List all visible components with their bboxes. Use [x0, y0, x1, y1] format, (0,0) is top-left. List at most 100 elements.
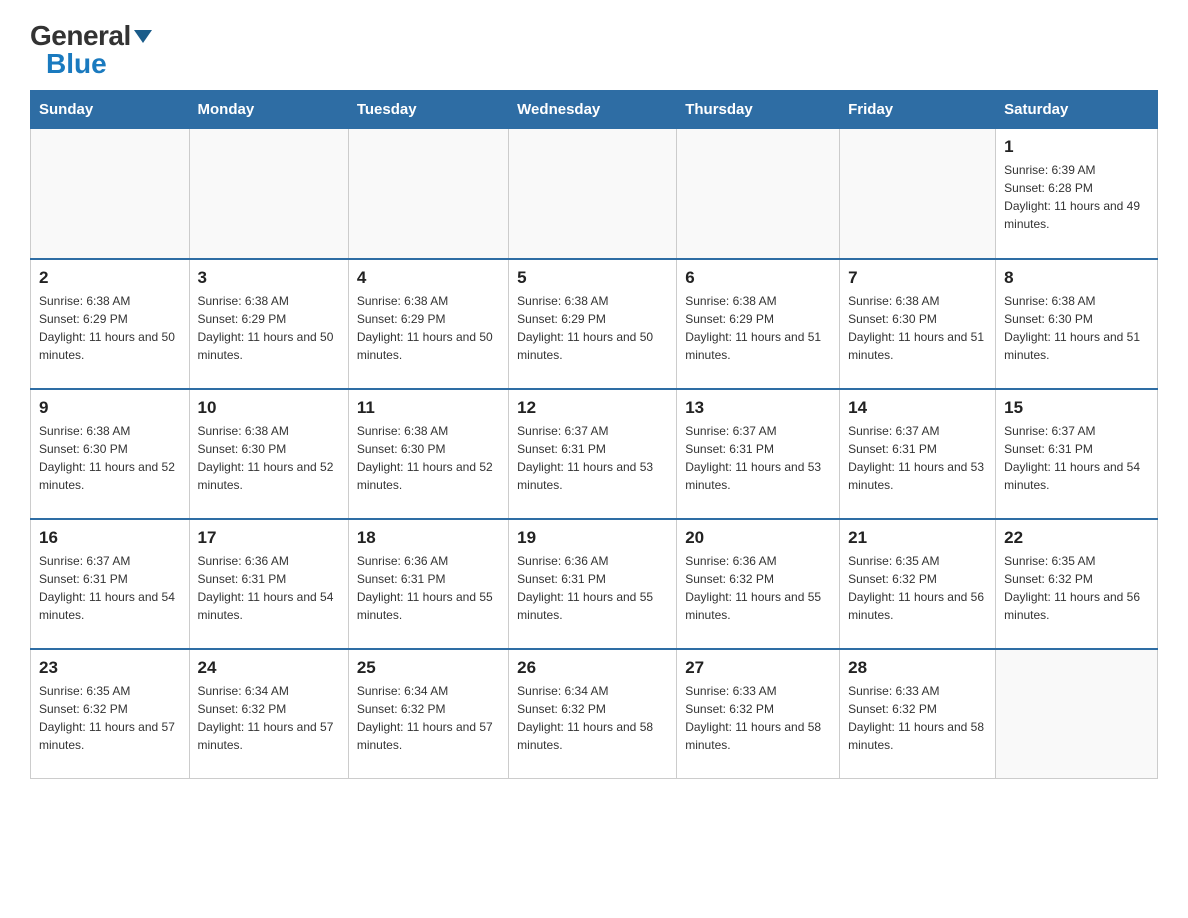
calendar-cell: 23 Sunrise: 6:35 AMSunset: 6:32 PMDayligh… [31, 649, 190, 779]
calendar-cell [509, 129, 677, 259]
day-number: 22 [1004, 528, 1149, 548]
calendar-cell: 10Sunrise: 6:38 AMSunset: 6:30 PMDayligh… [189, 389, 348, 519]
day-number: 13 [685, 398, 831, 418]
calendar-cell [31, 129, 190, 259]
day-number: 17 [198, 528, 340, 548]
calendar-cell: 3 Sunrise: 6:38 AMSunset: 6:29 PMDaylight… [189, 259, 348, 389]
calendar-cell: 9 Sunrise: 6:38 AMSunset: 6:30 PMDaylight… [31, 389, 190, 519]
calendar-cell: 19 Sunrise: 6:36 AMSunset: 6:31 PMDayligh… [509, 519, 677, 649]
day-info: Sunrise: 6:38 AMSunset: 6:29 PMDaylight:… [685, 292, 831, 364]
calendar-cell [189, 129, 348, 259]
day-number: 25 [357, 658, 500, 678]
calendar-cell: 27 Sunrise: 6:33 AMSunset: 6:32 PMDayligh… [677, 649, 840, 779]
day-number: 18 [357, 528, 500, 548]
day-number: 2 [39, 268, 181, 288]
day-info: Sunrise: 6:36 AMSunset: 6:31 PMDaylight:… [517, 552, 668, 624]
calendar-cell: 25 Sunrise: 6:34 AMSunset: 6:32 PMDayligh… [348, 649, 508, 779]
weekday-header-friday: Friday [840, 91, 996, 129]
day-number: 8 [1004, 268, 1149, 288]
page-header: General Blue [30, 20, 1158, 80]
calendar-cell: 2 Sunrise: 6:38 AMSunset: 6:29 PMDaylight… [31, 259, 190, 389]
calendar-cell: 21 Sunrise: 6:35 AMSunset: 6:32 PMDayligh… [840, 519, 996, 649]
calendar-cell: 20 Sunrise: 6:36 AMSunset: 6:32 PMDayligh… [677, 519, 840, 649]
day-info: Sunrise: 6:39 AMSunset: 6:28 PMDaylight:… [1004, 161, 1149, 233]
calendar-cell: 15 Sunrise: 6:37 AMSunset: 6:31 PMDayligh… [996, 389, 1158, 519]
day-info: Sunrise: 6:33 AMSunset: 6:32 PMDaylight:… [848, 682, 987, 754]
calendar-cell: 14 Sunrise: 6:37 AMSunset: 6:31 PMDayligh… [840, 389, 996, 519]
calendar-cell: 5 Sunrise: 6:38 AMSunset: 6:29 PMDaylight… [509, 259, 677, 389]
day-info: Sunrise: 6:38 AMSunset: 6:29 PMDaylight:… [198, 292, 340, 364]
weekday-header-monday: Monday [189, 91, 348, 129]
day-info: Sunrise: 6:38 AMSunset: 6:30 PMDaylight:… [1004, 292, 1149, 364]
calendar-cell: 6 Sunrise: 6:38 AMSunset: 6:29 PMDaylight… [677, 259, 840, 389]
day-number: 24 [198, 658, 340, 678]
calendar-cell: 22 Sunrise: 6:35 AMSunset: 6:32 PMDayligh… [996, 519, 1158, 649]
weekday-header-tuesday: Tuesday [348, 91, 508, 129]
calendar-week-2: 2 Sunrise: 6:38 AMSunset: 6:29 PMDaylight… [31, 259, 1158, 389]
day-info: Sunrise: 6:35 AMSunset: 6:32 PMDaylight:… [848, 552, 987, 624]
calendar-cell: 1 Sunrise: 6:39 AMSunset: 6:28 PMDaylight… [996, 129, 1158, 259]
calendar-cell: 16 Sunrise: 6:37 AMSunset: 6:31 PMDayligh… [31, 519, 190, 649]
day-number: 27 [685, 658, 831, 678]
day-number: 4 [357, 268, 500, 288]
calendar-cell: 7 Sunrise: 6:38 AMSunset: 6:30 PMDaylight… [840, 259, 996, 389]
weekday-header-sunday: Sunday [31, 91, 190, 129]
calendar-cell: 28 Sunrise: 6:33 AMSunset: 6:32 PMDayligh… [840, 649, 996, 779]
calendar-cell [677, 129, 840, 259]
day-info: Sunrise: 6:34 AMSunset: 6:32 PMDaylight:… [198, 682, 340, 754]
calendar-cell [840, 129, 996, 259]
calendar-cell: 18Sunrise: 6:36 AMSunset: 6:31 PMDayligh… [348, 519, 508, 649]
day-number: 9 [39, 398, 181, 418]
calendar-cell: 17 Sunrise: 6:36 AMSunset: 6:31 PMDayligh… [189, 519, 348, 649]
day-info: Sunrise: 6:38 AMSunset: 6:29 PMDaylight:… [517, 292, 668, 364]
logo-blue-text: Blue [46, 48, 107, 79]
day-info: Sunrise: 6:37 AMSunset: 6:31 PMDaylight:… [685, 422, 831, 494]
weekday-header-row: SundayMondayTuesdayWednesdayThursdayFrid… [31, 91, 1158, 129]
day-number: 19 [517, 528, 668, 548]
calendar-cell: 11 Sunrise: 6:38 AMSunset: 6:30 PMDayligh… [348, 389, 508, 519]
day-info: Sunrise: 6:38 AMSunset: 6:30 PMDaylight:… [357, 422, 500, 494]
day-number: 23 [39, 658, 181, 678]
day-info: Sunrise: 6:38 AMSunset: 6:29 PMDaylight:… [357, 292, 500, 364]
day-number: 1 [1004, 137, 1149, 157]
day-info: Sunrise: 6:37 AMSunset: 6:31 PMDaylight:… [1004, 422, 1149, 494]
day-info: Sunrise: 6:38 AMSunset: 6:30 PMDaylight:… [39, 422, 181, 494]
calendar-cell: 24 Sunrise: 6:34 AMSunset: 6:32 PMDayligh… [189, 649, 348, 779]
day-info: Sunrise: 6:37 AMSunset: 6:31 PMDaylight:… [517, 422, 668, 494]
day-number: 16 [39, 528, 181, 548]
day-info: Sunrise: 6:34 AMSunset: 6:32 PMDaylight:… [357, 682, 500, 754]
day-info: Sunrise: 6:37 AMSunset: 6:31 PMDaylight:… [39, 552, 181, 624]
calendar-cell: 4 Sunrise: 6:38 AMSunset: 6:29 PMDaylight… [348, 259, 508, 389]
calendar-cell: 26Sunrise: 6:34 AMSunset: 6:32 PMDayligh… [509, 649, 677, 779]
day-number: 3 [198, 268, 340, 288]
weekday-header-wednesday: Wednesday [509, 91, 677, 129]
day-number: 6 [685, 268, 831, 288]
day-number: 21 [848, 528, 987, 548]
calendar-week-5: 23 Sunrise: 6:35 AMSunset: 6:32 PMDayligh… [31, 649, 1158, 779]
calendar-cell [348, 129, 508, 259]
calendar-cell: 12 Sunrise: 6:37 AMSunset: 6:31 PMDayligh… [509, 389, 677, 519]
day-number: 28 [848, 658, 987, 678]
day-number: 20 [685, 528, 831, 548]
day-number: 7 [848, 268, 987, 288]
day-info: Sunrise: 6:35 AMSunset: 6:32 PMDaylight:… [1004, 552, 1149, 624]
calendar-week-4: 16 Sunrise: 6:37 AMSunset: 6:31 PMDayligh… [31, 519, 1158, 649]
day-info: Sunrise: 6:37 AMSunset: 6:31 PMDaylight:… [848, 422, 987, 494]
day-info: Sunrise: 6:36 AMSunset: 6:31 PMDaylight:… [198, 552, 340, 624]
day-number: 11 [357, 398, 500, 418]
day-info: Sunrise: 6:38 AMSunset: 6:30 PMDaylight:… [848, 292, 987, 364]
calendar-cell: 13 Sunrise: 6:37 AMSunset: 6:31 PMDayligh… [677, 389, 840, 519]
day-number: 5 [517, 268, 668, 288]
day-number: 15 [1004, 398, 1149, 418]
day-info: Sunrise: 6:38 AMSunset: 6:29 PMDaylight:… [39, 292, 181, 364]
day-info: Sunrise: 6:38 AMSunset: 6:30 PMDaylight:… [198, 422, 340, 494]
weekday-header-thursday: Thursday [677, 91, 840, 129]
calendar-cell [996, 649, 1158, 779]
day-info: Sunrise: 6:33 AMSunset: 6:32 PMDaylight:… [685, 682, 831, 754]
calendar-week-1: 1 Sunrise: 6:39 AMSunset: 6:28 PMDaylight… [31, 129, 1158, 259]
day-info: Sunrise: 6:36 AMSunset: 6:32 PMDaylight:… [685, 552, 831, 624]
day-number: 26 [517, 658, 668, 678]
day-info: Sunrise: 6:35 AMSunset: 6:32 PMDaylight:… [39, 682, 181, 754]
day-number: 12 [517, 398, 668, 418]
day-number: 14 [848, 398, 987, 418]
